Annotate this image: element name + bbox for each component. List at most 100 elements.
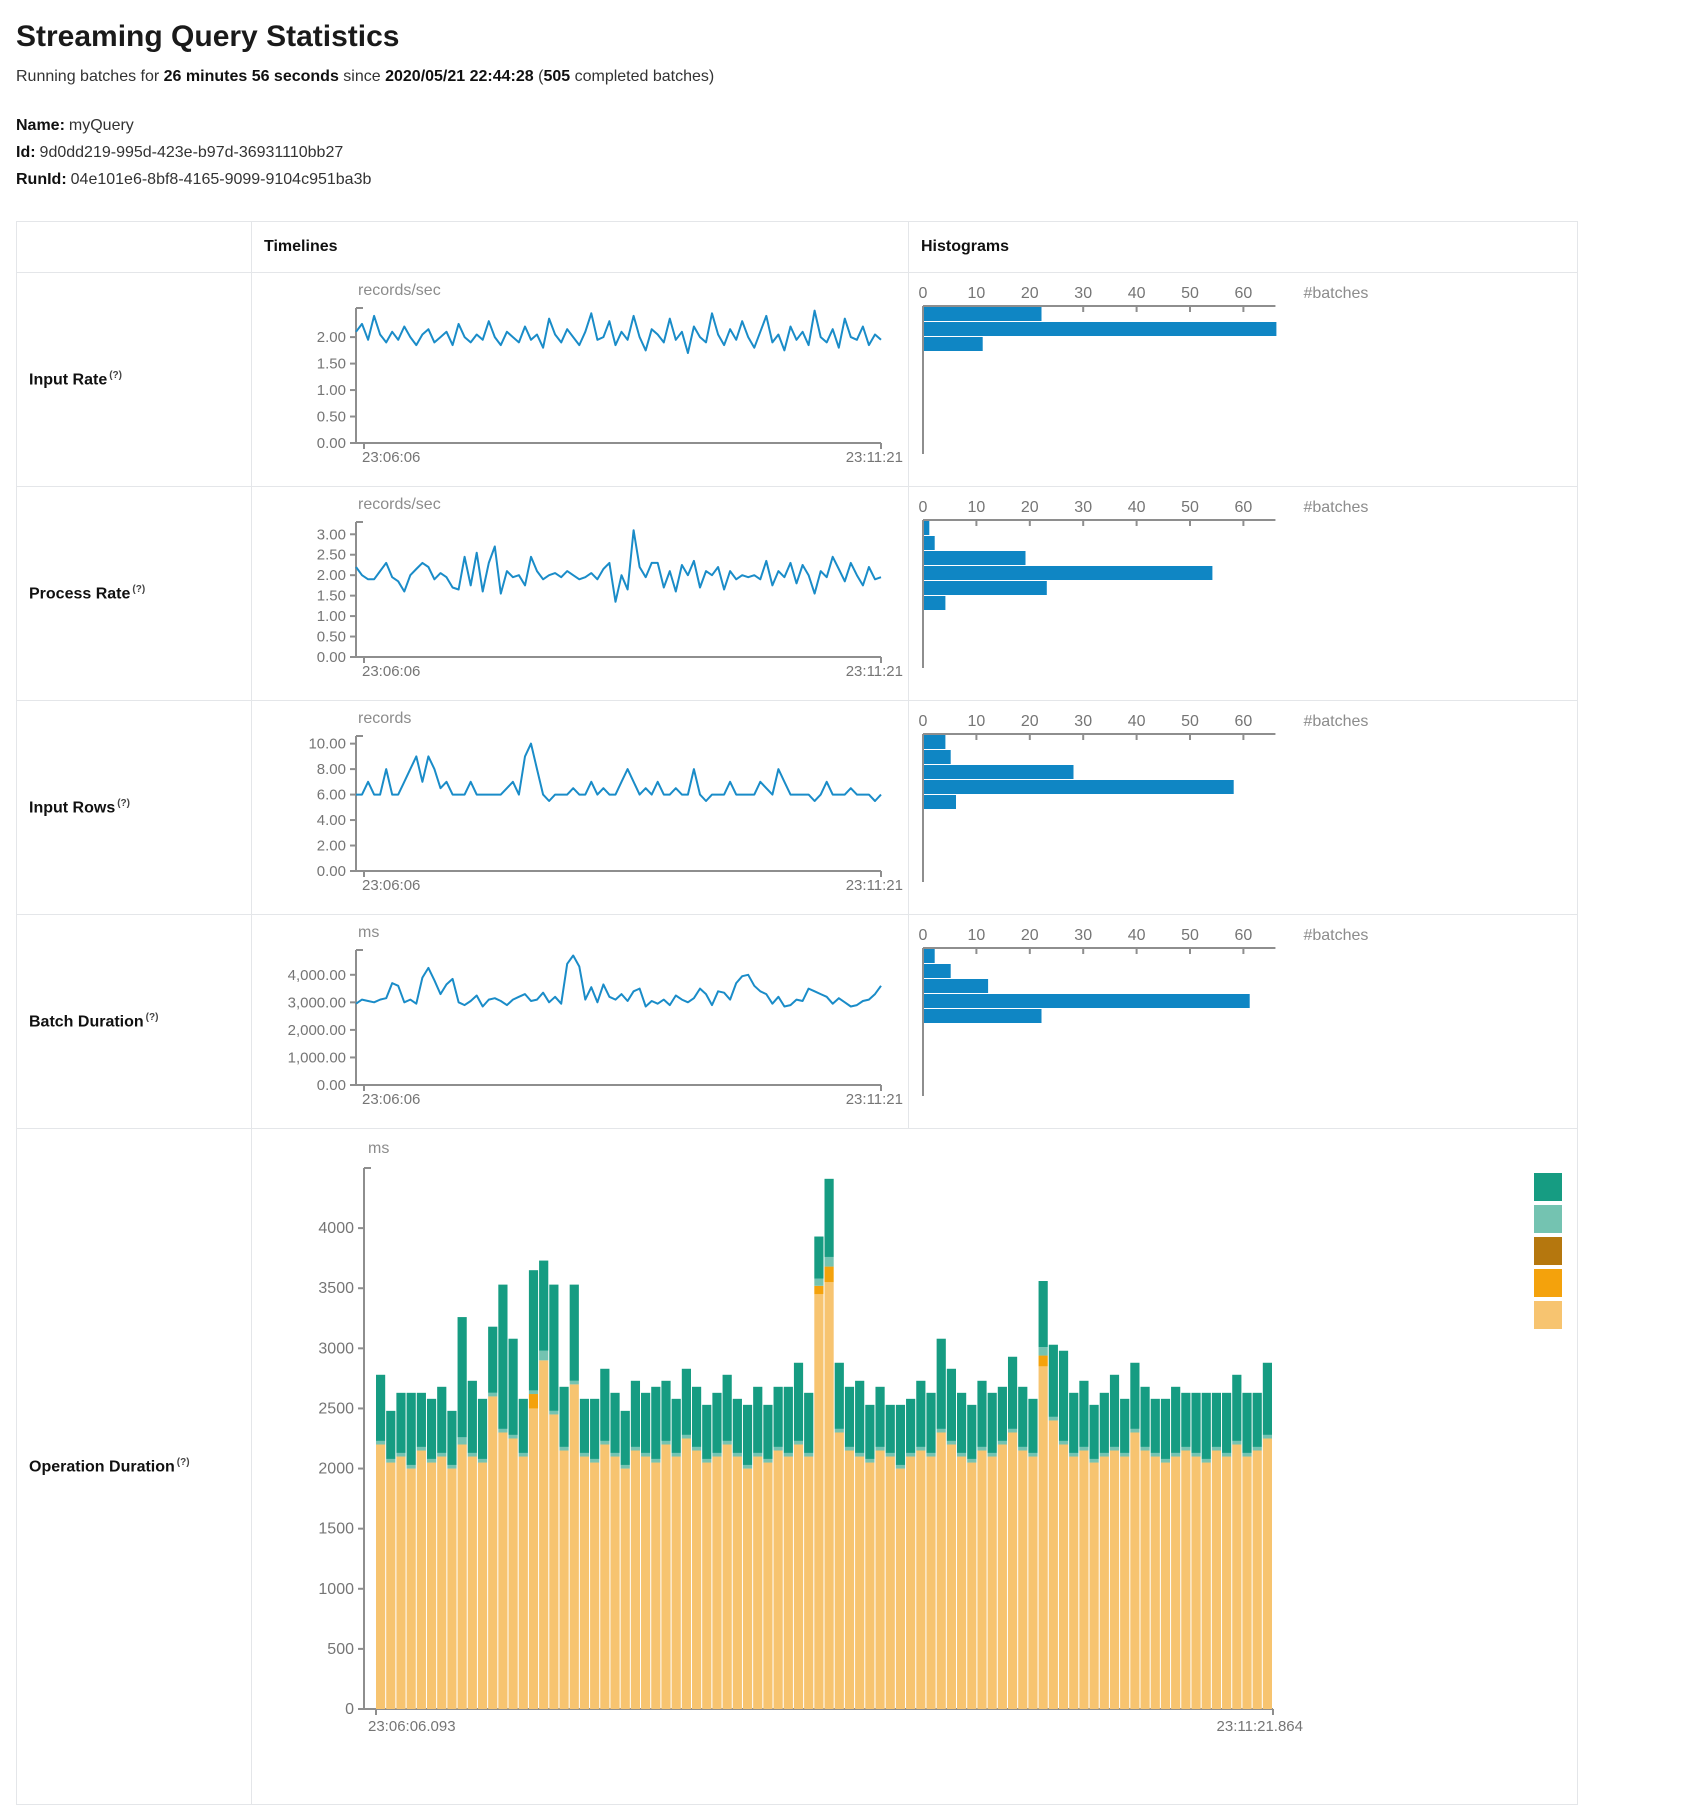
svg-text:10: 10 xyxy=(968,713,986,730)
svg-text:3,000.00: 3,000.00 xyxy=(288,994,346,1011)
svg-text:20: 20 xyxy=(1021,713,1039,730)
svg-text:#batches: #batches xyxy=(1303,285,1368,302)
query-name-line: Name:myQuery xyxy=(16,112,1677,139)
batch-duration-histogram-chart: 0102030405060#batches xyxy=(909,915,1576,1128)
svg-text:30: 30 xyxy=(1074,713,1092,730)
svg-text:60: 60 xyxy=(1235,927,1253,944)
svg-text:ms: ms xyxy=(368,1140,389,1157)
svg-text:2.00: 2.00 xyxy=(317,567,346,584)
svg-text:2.00: 2.00 xyxy=(317,838,346,855)
svg-text:1.50: 1.50 xyxy=(317,588,346,605)
help-icon[interactable]: (?) xyxy=(177,1457,190,1468)
input-rows-timeline-chart: records 0.00 2.00 4.00 6.00 8.00 10.00 23:06:06… xyxy=(252,701,907,914)
svg-text:2500: 2500 xyxy=(318,1400,354,1417)
svg-text:4.00: 4.00 xyxy=(317,812,346,829)
query-name-value: myQuery xyxy=(69,117,134,134)
svg-text:1.00: 1.00 xyxy=(317,608,346,625)
svg-text:23:11:21: 23:11:21 xyxy=(846,449,903,466)
svg-text:40: 40 xyxy=(1128,285,1146,302)
query-id-line: Id:9d0dd219-995d-423e-b97d-36931110bb27 xyxy=(16,139,1677,166)
svg-text:records/sec: records/sec xyxy=(358,282,441,299)
svg-text:0.50: 0.50 xyxy=(317,409,346,426)
svg-text:0.00: 0.00 xyxy=(317,863,346,880)
help-icon[interactable]: (?) xyxy=(117,798,130,809)
svg-text:0.50: 0.50 xyxy=(317,629,346,646)
svg-text:23:11:21: 23:11:21 xyxy=(846,877,903,894)
svg-text:10.00: 10.00 xyxy=(308,736,346,753)
table-row: Operation Duration(?) ms0500100015002000… xyxy=(17,1129,1578,1805)
row-label-process-rate: Process Rate(?) xyxy=(17,487,252,701)
table-row: Input Rate(?) records/sec 0.00 0.50 1.00 1.5… xyxy=(17,273,1578,487)
running-duration: 26 minutes 56 seconds xyxy=(164,68,339,85)
svg-text:23:06:06: 23:06:06 xyxy=(362,663,420,680)
svg-text:40: 40 xyxy=(1128,713,1146,730)
query-metadata: Name:myQuery Id:9d0dd219-995d-423e-b97d-… xyxy=(16,112,1677,193)
svg-text:23:11:21.864: 23:11:21.864 xyxy=(1217,1718,1303,1735)
table-row: Batch Duration(?) ms 0.00 1,000.00 2,000.00… xyxy=(17,915,1578,1129)
svg-text:23:06:06.093: 23:06:06.093 xyxy=(368,1718,456,1735)
svg-text:20: 20 xyxy=(1021,927,1039,944)
start-timestamp: 2020/05/21 22:44:28 xyxy=(385,68,534,85)
svg-text:50: 50 xyxy=(1181,713,1199,730)
table-header-row: Timelines Histograms xyxy=(17,222,1578,273)
stats-table: Timelines Histograms Input Rate(?) recor… xyxy=(16,221,1578,1805)
svg-text:3500: 3500 xyxy=(318,1280,354,1297)
svg-text:50: 50 xyxy=(1181,285,1199,302)
table-row: Input Rows(?) records0.002.004.006.008.0… xyxy=(17,701,1578,915)
svg-text:0: 0 xyxy=(919,713,928,730)
svg-text:60: 60 xyxy=(1235,499,1253,516)
svg-text:records: records xyxy=(358,710,411,727)
svg-text:0: 0 xyxy=(919,499,928,516)
svg-text:4,000.00: 4,000.00 xyxy=(288,967,346,984)
svg-text:0: 0 xyxy=(345,1701,354,1718)
svg-text:30: 30 xyxy=(1074,499,1092,516)
svg-text:23:11:21: 23:11:21 xyxy=(846,1091,903,1108)
svg-text:0: 0 xyxy=(919,285,928,302)
svg-text:ms: ms xyxy=(358,924,379,941)
input-rate-timeline-chart: records/sec0.000.501.001.502.0023:06:062… xyxy=(252,273,907,486)
svg-text:20: 20 xyxy=(1021,499,1039,516)
svg-text:10: 10 xyxy=(968,927,986,944)
query-runid-value: 04e101e6-8bf8-4165-9099-9104c951ba3b xyxy=(71,171,372,188)
running-batches-summary: Running batches for 26 minutes 56 second… xyxy=(16,68,1677,86)
svg-text:2.50: 2.50 xyxy=(317,547,346,564)
batch-duration-timeline-chart: ms 0.00 1,000.00 2,000.00 3,000.00 4,000.00 23… xyxy=(252,915,907,1128)
svg-text:0.00: 0.00 xyxy=(317,1077,346,1094)
help-icon[interactable]: (?) xyxy=(132,584,145,595)
svg-text:0.00: 0.00 xyxy=(317,435,346,452)
row-label-batch-duration: Batch Duration(?) xyxy=(17,915,252,1129)
page-title: Streaming Query Statistics xyxy=(16,20,1677,54)
svg-text:8.00: 8.00 xyxy=(317,761,346,778)
svg-text:records/sec: records/sec xyxy=(358,496,441,513)
row-label-operation-duration: Operation Duration(?) xyxy=(17,1129,252,1805)
timelines-header: Timelines xyxy=(252,222,909,273)
help-icon[interactable]: (?) xyxy=(146,1012,159,1023)
svg-text:3000: 3000 xyxy=(318,1340,354,1357)
svg-text:50: 50 xyxy=(1181,499,1199,516)
svg-text:#batches: #batches xyxy=(1303,927,1368,944)
svg-text:#batches: #batches xyxy=(1303,499,1368,516)
svg-text:23:06:06: 23:06:06 xyxy=(362,1091,420,1108)
svg-text:4000: 4000 xyxy=(318,1220,354,1237)
process-rate-histogram-chart: 0102030405060#batches xyxy=(909,487,1576,700)
process-rate-timeline-chart: records/sec 0.00 0.50 1.00 1.50 2.00 2.50 3.00 2… xyxy=(252,487,907,700)
svg-text:23:06:06: 23:06:06 xyxy=(362,877,420,894)
row-label-input-rate: Input Rate(?) xyxy=(17,273,252,487)
svg-text:1,000.00: 1,000.00 xyxy=(288,1049,346,1066)
svg-text:60: 60 xyxy=(1235,285,1253,302)
svg-text:3.00: 3.00 xyxy=(317,526,346,543)
help-icon[interactable]: (?) xyxy=(109,370,122,381)
svg-text:10: 10 xyxy=(968,499,986,516)
operation-duration-stacked-chart: ms0500100015002000250030003500400023:06:… xyxy=(252,1129,1576,1804)
svg-text:30: 30 xyxy=(1074,927,1092,944)
svg-text:2,000.00: 2,000.00 xyxy=(288,1022,346,1039)
empty-header-cell xyxy=(17,222,252,273)
svg-text:0.00: 0.00 xyxy=(317,649,346,666)
query-runid-line: RunId:04e101e6-8bf8-4165-9099-9104c951ba… xyxy=(16,166,1677,193)
svg-text:1.00: 1.00 xyxy=(317,382,346,399)
svg-text:1.50: 1.50 xyxy=(317,356,346,373)
svg-text:2000: 2000 xyxy=(318,1461,354,1478)
histograms-header: Histograms xyxy=(909,222,1578,273)
table-row: Process Rate(?) records/sec 0.00 0.50 1.00 1… xyxy=(17,487,1578,701)
svg-text:6.00: 6.00 xyxy=(317,787,346,804)
